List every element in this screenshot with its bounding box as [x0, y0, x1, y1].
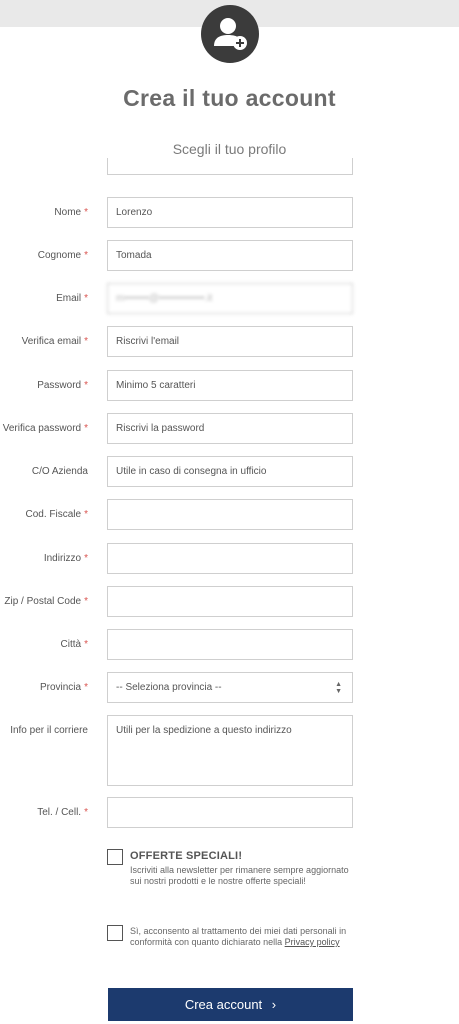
- select-arrows-icon: ▲ ▼: [335, 681, 342, 695]
- field-label: Provincia *: [39, 682, 88, 693]
- field-label: Cod. Fiscale *: [25, 509, 88, 520]
- field-label: Nome *: [54, 207, 88, 218]
- address-input[interactable]: [107, 543, 353, 574]
- newsletter-text-block: OFFERTE SPECIALI! Iscriviti alla newslet…: [130, 851, 355, 887]
- courier-info-textarea[interactable]: Utili per la spedizione a questo indiriz…: [107, 715, 353, 786]
- field-label: Password *: [37, 380, 88, 391]
- zip-input[interactable]: [107, 586, 353, 617]
- profile-selector[interactable]: [107, 158, 353, 175]
- chevron-right-icon: ›: [271, 997, 277, 1012]
- province-selected-value: -- Seleziona provincia --: [116, 682, 222, 693]
- field-label: Verifica password *: [2, 423, 88, 434]
- field-label: Tel. / Cell. *: [37, 807, 88, 818]
- verify-password-input[interactable]: Riscrivi la password: [107, 413, 353, 444]
- privacy-text-block: Sì, acconsento al trattamento dei miei d…: [130, 926, 355, 948]
- province-select[interactable]: -- Seleziona provincia -- ▲ ▼: [107, 672, 353, 703]
- create-account-label: Crea account: [184, 997, 263, 1012]
- privacy-checkbox[interactable]: [107, 925, 123, 941]
- field-label: Indirizzo *: [43, 553, 88, 564]
- field-label: Info per il corriere: [10, 725, 88, 736]
- email-input[interactable]: m•••••••@•••••••••••••.it: [107, 283, 353, 314]
- add-user-icon: [201, 5, 259, 63]
- last-name-input[interactable]: Tomada: [107, 240, 353, 271]
- city-input[interactable]: [107, 629, 353, 660]
- privacy-policy-link[interactable]: Privacy policy: [285, 937, 340, 947]
- tax-code-input[interactable]: [107, 499, 353, 530]
- newsletter-description: Iscriviti alla newsletter per rimanere s…: [130, 865, 349, 886]
- field-label: Zip / Postal Code *: [4, 596, 88, 607]
- field-label: C/O Azienda: [31, 466, 88, 477]
- create-account-button[interactable]: Crea account ›: [108, 988, 353, 1021]
- verify-email-input[interactable]: Riscrivi l'email: [107, 326, 353, 357]
- page-title: Crea il tuo account: [123, 85, 336, 111]
- field-label: Verifica email *: [21, 336, 88, 347]
- newsletter-checkbox[interactable]: [107, 849, 123, 865]
- profile-subtitle: Scegli il tuo profilo: [172, 141, 287, 157]
- field-label: Città *: [60, 639, 88, 650]
- field-label: Cognome *: [37, 250, 88, 261]
- phone-input[interactable]: [107, 797, 353, 828]
- company-input[interactable]: Utile in caso di consegna in ufficio: [107, 456, 353, 487]
- first-name-input[interactable]: Lorenzo: [107, 197, 353, 228]
- password-input[interactable]: Minimo 5 caratteri: [107, 370, 353, 401]
- field-label: Email *: [56, 293, 88, 304]
- newsletter-title: OFFERTE SPECIALI!: [130, 850, 243, 862]
